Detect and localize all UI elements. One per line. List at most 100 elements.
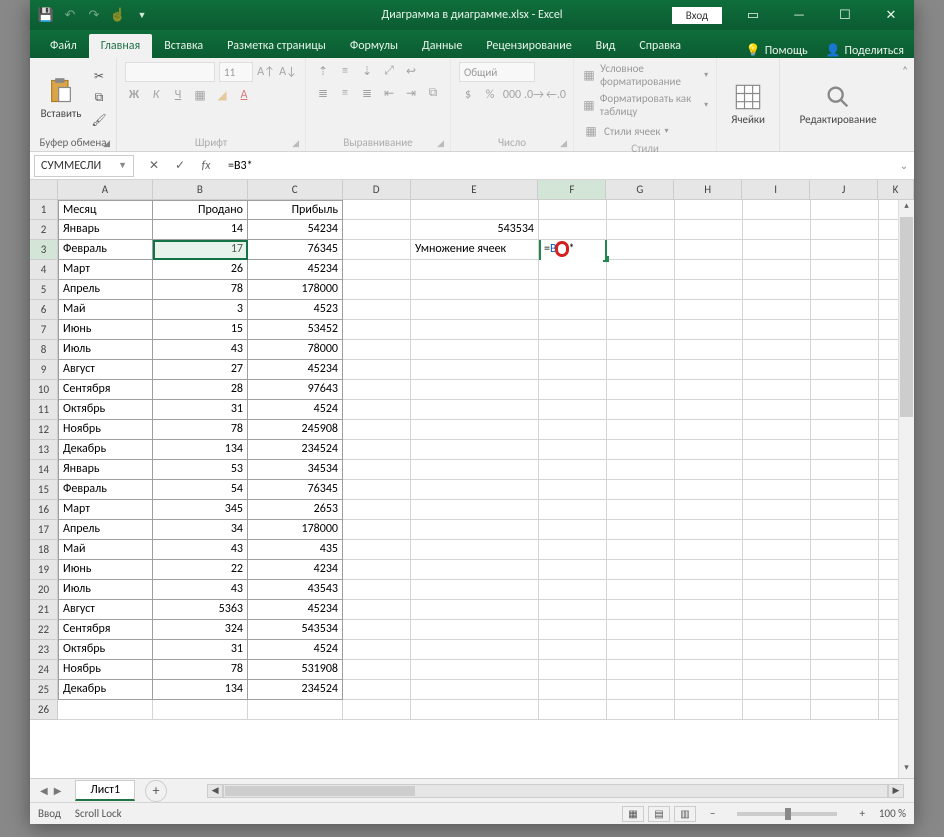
cell[interactable] (607, 240, 675, 260)
cell[interactable] (743, 480, 811, 500)
cell[interactable]: Август (58, 600, 153, 620)
cell[interactable] (675, 600, 743, 620)
cell[interactable] (343, 280, 411, 300)
cell[interactable] (743, 620, 811, 640)
cell[interactable]: 234524 (248, 440, 343, 460)
cell[interactable] (539, 460, 607, 480)
cell[interactable] (343, 300, 411, 320)
cell[interactable] (411, 400, 539, 420)
cell[interactable] (411, 660, 539, 680)
tab-review[interactable]: Рецензирование (474, 34, 583, 58)
cell[interactable]: 134 (153, 440, 248, 460)
cell[interactable]: 43 (153, 540, 248, 560)
cell[interactable]: 78000 (248, 340, 343, 360)
row-header[interactable]: 5 (30, 280, 58, 300)
ribbon-options-icon[interactable]: ▭ (730, 0, 776, 30)
tab-help[interactable]: Справка (627, 34, 693, 58)
cell[interactable] (343, 200, 411, 220)
cell[interactable] (343, 460, 411, 480)
tab-pagelayout[interactable]: Разметка страницы (215, 34, 338, 58)
cell[interactable]: 234524 (248, 680, 343, 700)
col-header-k[interactable]: K (878, 180, 914, 199)
cell[interactable] (675, 620, 743, 640)
cell[interactable]: Октябрь (58, 640, 153, 660)
cell[interactable]: 435 (248, 540, 343, 560)
cell[interactable]: 22 (153, 560, 248, 580)
row-header[interactable]: 26 (30, 700, 58, 720)
wrap-text-icon[interactable]: ↩ (402, 62, 420, 80)
cell[interactable] (675, 680, 743, 700)
view-page-icon[interactable]: ▤ (648, 806, 670, 822)
cell[interactable] (343, 620, 411, 640)
cell[interactable]: 134 (153, 680, 248, 700)
cell[interactable] (811, 460, 879, 480)
cell[interactable] (743, 380, 811, 400)
cell[interactable] (58, 700, 153, 720)
increase-font-icon[interactable]: A↑ (257, 63, 275, 81)
cell[interactable]: 4524 (248, 400, 343, 420)
zoom-slider[interactable] (737, 812, 837, 816)
tab-data[interactable]: Данные (410, 34, 474, 58)
cell[interactable] (743, 220, 811, 240)
cell[interactable] (343, 420, 411, 440)
align-center-icon[interactable]: ≡ (336, 84, 354, 102)
cell[interactable]: 178000 (248, 520, 343, 540)
cell[interactable] (675, 340, 743, 360)
cell[interactable] (675, 660, 743, 680)
cell[interactable] (539, 220, 607, 240)
cell[interactable] (675, 540, 743, 560)
vertical-scrollbar[interactable]: ▴▾ (898, 200, 914, 778)
col-header-f[interactable]: F (538, 180, 606, 199)
cell[interactable]: 27 (153, 360, 248, 380)
cell[interactable] (539, 280, 607, 300)
tell-me-label[interactable]: Помощь (765, 44, 808, 58)
cell[interactable] (607, 200, 675, 220)
cell[interactable] (539, 200, 607, 220)
name-box-dropdown-icon[interactable]: ▼ (118, 160, 127, 171)
row-header[interactable]: 21 (30, 600, 58, 620)
cell[interactable] (675, 580, 743, 600)
cell[interactable]: 543534 (411, 220, 539, 240)
cut-icon[interactable]: ✂ (90, 67, 108, 85)
minimize-icon[interactable]: — (776, 0, 822, 30)
cell[interactable] (743, 660, 811, 680)
cell[interactable]: 43 (153, 340, 248, 360)
cell[interactable]: Ноябрь (58, 660, 153, 680)
cell[interactable] (539, 640, 607, 660)
cell[interactable] (675, 200, 743, 220)
cell[interactable]: Июль (58, 340, 153, 360)
cell[interactable] (811, 340, 879, 360)
cell[interactable] (539, 260, 607, 280)
cell[interactable] (811, 660, 879, 680)
cell[interactable] (607, 280, 675, 300)
cell[interactable] (743, 520, 811, 540)
grid-body[interactable]: 1234567891011121314151617181920212223242… (30, 200, 914, 778)
align-right-icon[interactable]: ≣ (358, 84, 376, 102)
undo-icon[interactable]: ↶ (62, 7, 78, 23)
row-header[interactable]: 7 (30, 320, 58, 340)
cell[interactable] (675, 480, 743, 500)
row-header[interactable]: 15 (30, 480, 58, 500)
cell[interactable]: Июль (58, 580, 153, 600)
horizontal-scrollbar[interactable]: ◀ ▶ (207, 784, 904, 798)
cell[interactable] (675, 280, 743, 300)
cell[interactable]: Умножение ячеек (411, 240, 539, 260)
cell[interactable] (743, 500, 811, 520)
name-box[interactable]: СУММЕСЛИ ▼ (34, 155, 134, 177)
cell[interactable]: 43 (153, 580, 248, 600)
row-header[interactable]: 23 (30, 640, 58, 660)
cell[interactable] (675, 320, 743, 340)
cell[interactable] (539, 660, 607, 680)
cell[interactable]: 53452 (248, 320, 343, 340)
sheet-tab-1[interactable]: Лист1 (75, 780, 135, 801)
cell[interactable]: Июнь (58, 560, 153, 580)
cell[interactable] (411, 300, 539, 320)
cell[interactable]: 78 (153, 660, 248, 680)
cell[interactable] (607, 700, 675, 720)
tab-insert[interactable]: Вставка (152, 34, 215, 58)
select-all-corner[interactable] (30, 180, 58, 199)
cell[interactable]: Сентября (58, 620, 153, 640)
cell[interactable] (675, 640, 743, 660)
cell[interactable] (743, 680, 811, 700)
cell[interactable]: 53 (153, 460, 248, 480)
